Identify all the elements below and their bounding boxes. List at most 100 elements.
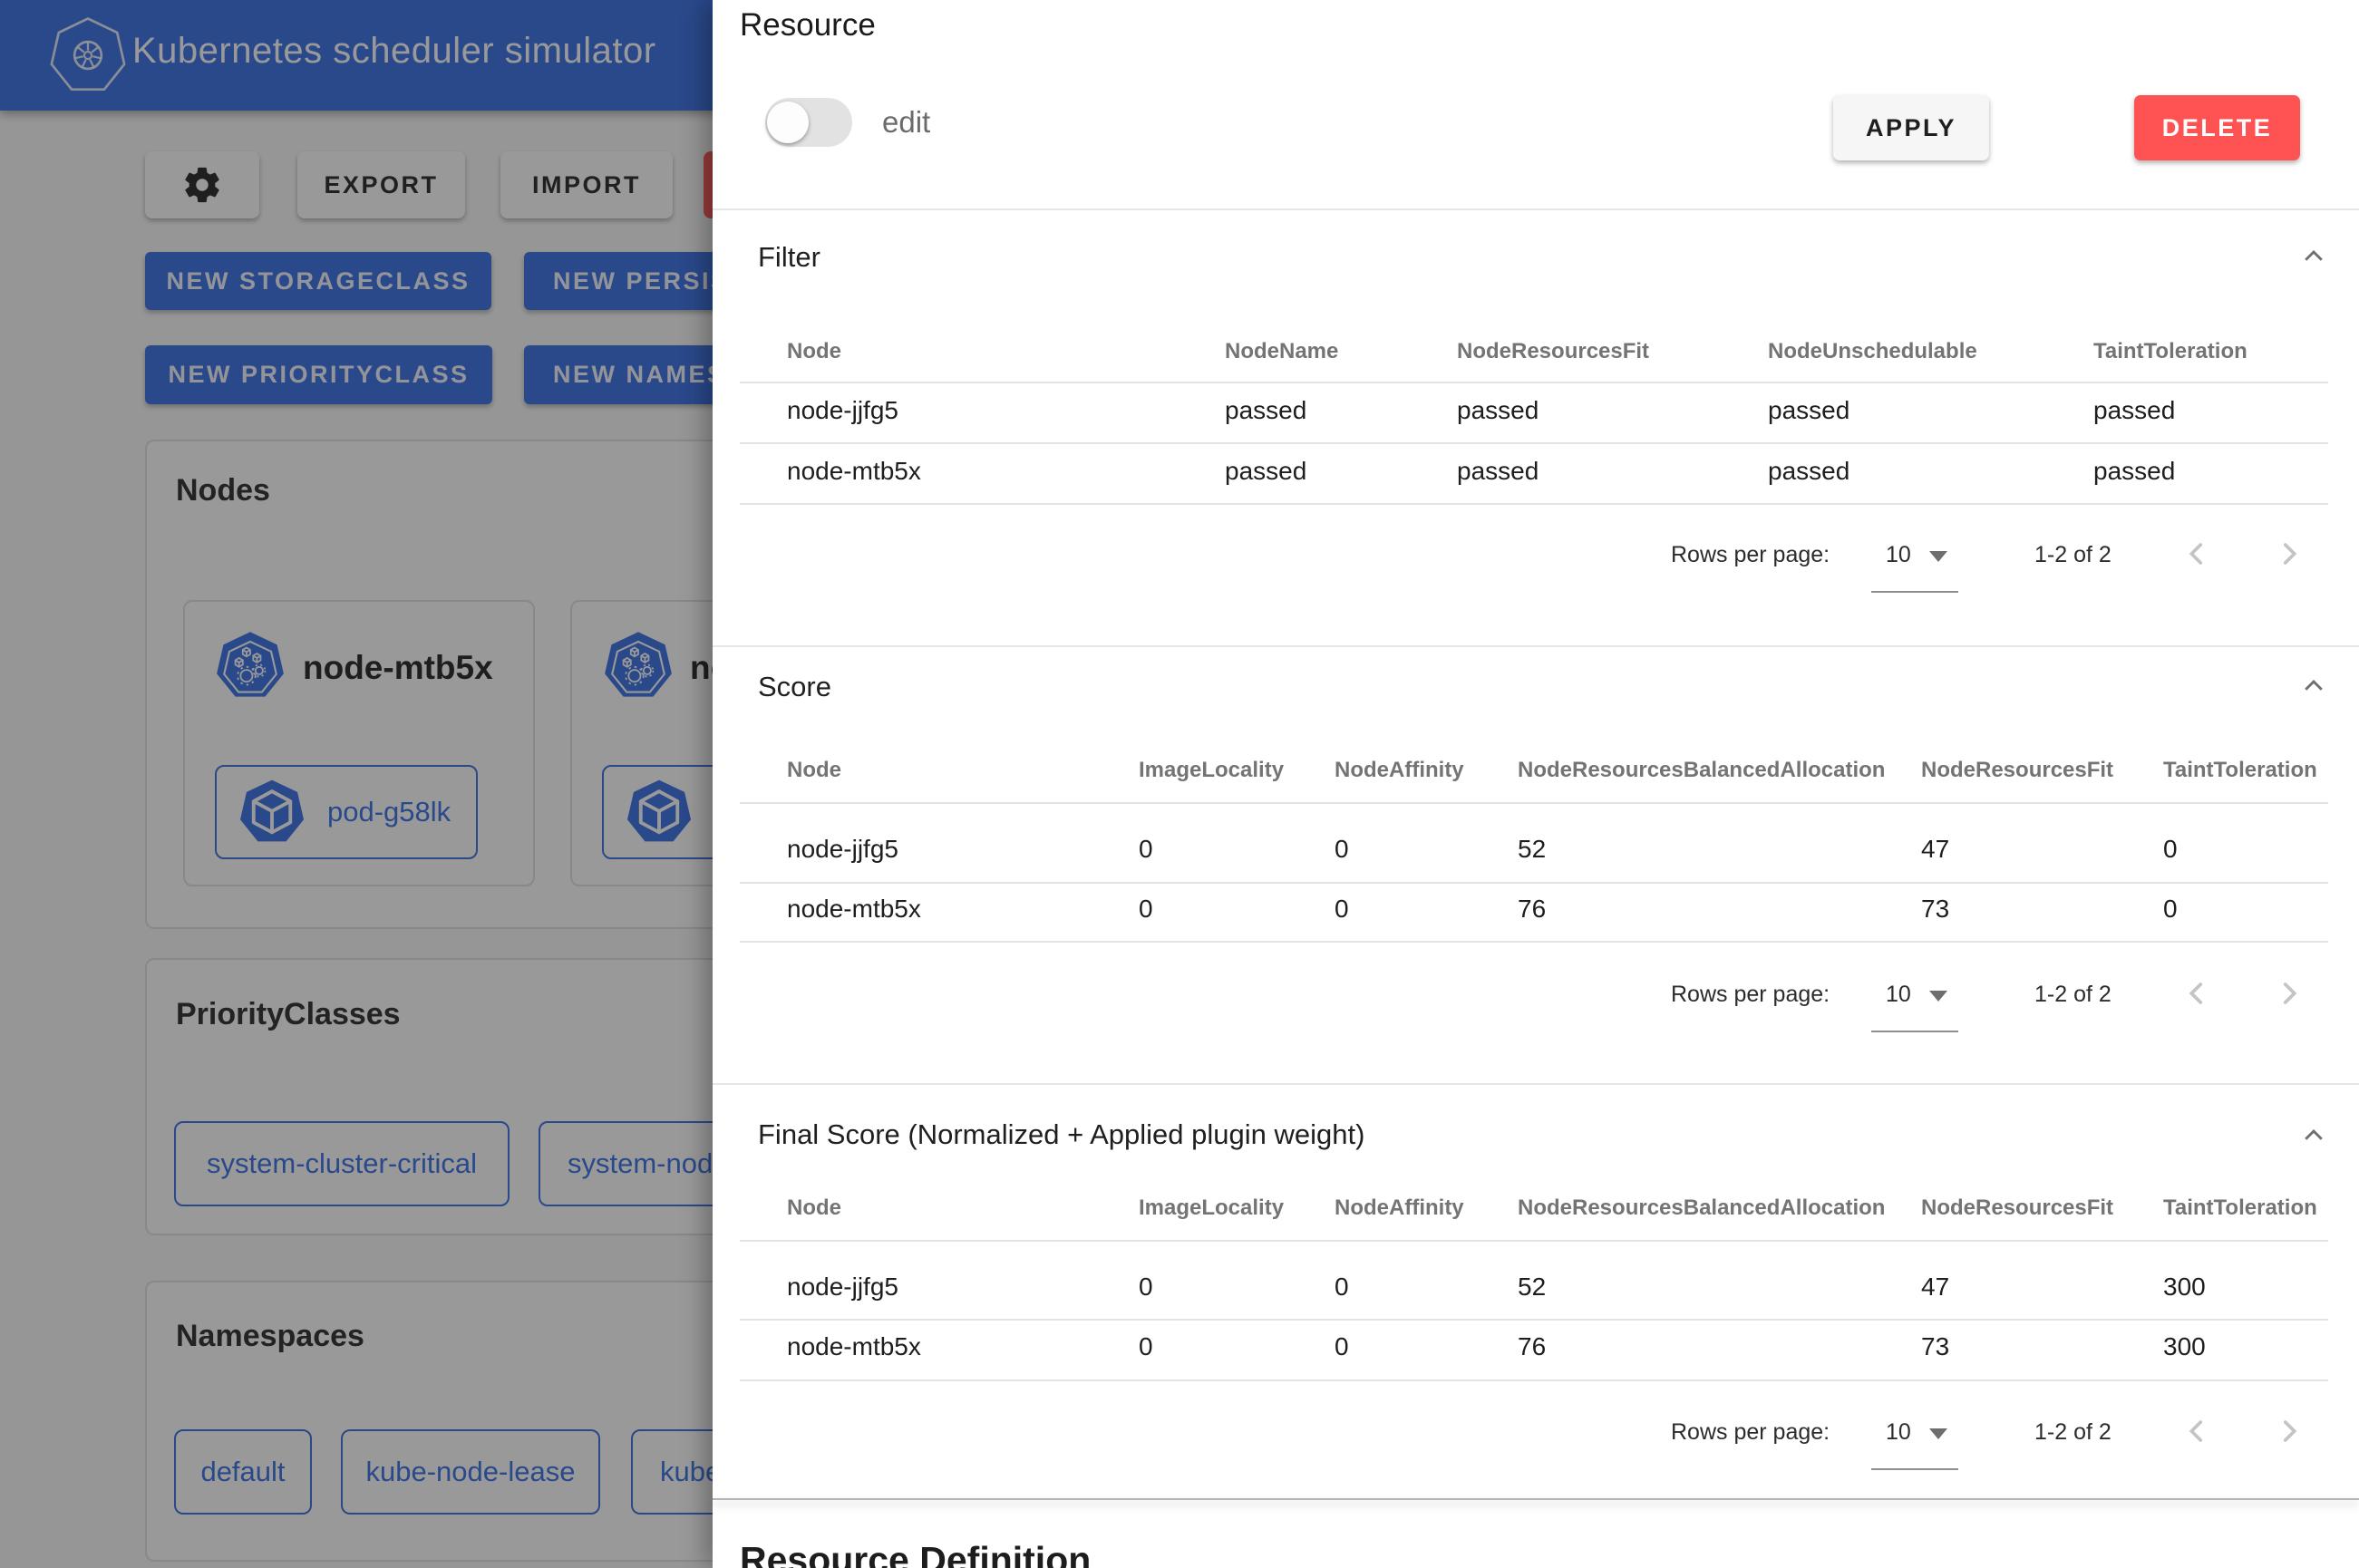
pagination-range: 1-2 of 2: [2034, 1419, 2111, 1446]
divider: [740, 442, 2328, 444]
rows-per-page-label: Rows per page:: [1671, 982, 1830, 1008]
column-header: NodeAffinity: [1335, 758, 1464, 783]
table-cell: 0: [1139, 835, 1153, 864]
table-cell: 47: [1921, 835, 1949, 864]
column-header: ImageLocality: [1139, 758, 1284, 783]
table-cell: 52: [1518, 835, 1546, 864]
table-cell: 0: [1335, 1273, 1349, 1302]
edit-toggle-label: edit: [882, 105, 930, 140]
rows-per-page-label: Rows per page:: [1671, 1419, 1830, 1446]
chevron-up-icon[interactable]: [2299, 1122, 2328, 1149]
column-header: NodeUnschedulable: [1768, 339, 1977, 364]
table-cell: passed: [2093, 457, 2175, 486]
table-cell: node-jjfg5: [787, 1273, 898, 1302]
table-cell: 0: [1139, 895, 1153, 924]
rows-per-page-label: Rows per page:: [1671, 542, 1830, 568]
divider: [740, 382, 2328, 383]
column-header: TaintToleration: [2163, 758, 2317, 783]
column-header: ImageLocality: [1139, 1195, 1284, 1221]
column-header: TaintToleration: [2163, 1195, 2317, 1221]
chevron-up-icon[interactable]: [2299, 673, 2328, 700]
score-section-title: Score: [758, 671, 831, 703]
edit-toggle-knob: [767, 102, 809, 143]
divider: [713, 1498, 2359, 1500]
table-cell: 0: [1139, 1332, 1153, 1361]
table-cell: 300: [2163, 1332, 2206, 1361]
column-header: NodeResourcesFit: [1921, 758, 2113, 783]
divider: [713, 208, 2359, 210]
previous-page-icon[interactable]: [2181, 1416, 2212, 1447]
table-cell: 0: [1335, 1332, 1349, 1361]
column-header: Node: [787, 758, 841, 783]
column-header: NodeResourcesBalancedAllocation: [1518, 1195, 1885, 1221]
divider: [740, 1379, 2328, 1381]
table-cell: passed: [1225, 396, 1306, 425]
select-underline: [1871, 1031, 1958, 1032]
divider: [740, 1240, 2328, 1242]
final-score-section-title: Final Score (Normalized + Applied plugin…: [758, 1118, 1364, 1151]
column-header: Node: [787, 1195, 841, 1221]
divider: [740, 503, 2328, 505]
chevron-up-icon[interactable]: [2299, 243, 2328, 270]
column-header: NodeAffinity: [1335, 1195, 1464, 1221]
table-cell: 0: [2163, 895, 2178, 924]
rows-per-page-select[interactable]: 10: [1886, 982, 1911, 1008]
pagination-range: 1-2 of 2: [2034, 542, 2111, 568]
table-cell: 0: [2163, 835, 2178, 864]
table-cell: 73: [1921, 1332, 1949, 1361]
previous-page-icon[interactable]: [2181, 538, 2212, 569]
divider: [740, 1319, 2328, 1321]
resource-drawer: Resource edit APPLY DELETE Filter Node N…: [713, 0, 2359, 1568]
table-cell: 73: [1921, 895, 1949, 924]
next-page-icon[interactable]: [2274, 1416, 2305, 1447]
edit-toggle[interactable]: [765, 98, 852, 147]
next-page-icon[interactable]: [2274, 538, 2305, 569]
pagination-range: 1-2 of 2: [2034, 982, 2111, 1008]
table-cell: passed: [1457, 396, 1539, 425]
previous-page-icon[interactable]: [2181, 978, 2212, 1009]
delete-button[interactable]: DELETE: [2134, 95, 2300, 160]
divider: [713, 645, 2359, 647]
table-cell: 52: [1518, 1273, 1546, 1302]
next-page-icon[interactable]: [2274, 978, 2305, 1009]
column-header: NodeResourcesFit: [1921, 1195, 2113, 1221]
divider: [713, 1083, 2359, 1085]
table-cell: passed: [1768, 457, 1849, 486]
table-cell: node-mtb5x: [787, 1332, 921, 1361]
table-cell: passed: [1768, 396, 1849, 425]
resource-definition-title: Resource Definition: [740, 1539, 1091, 1568]
table-cell: 0: [1335, 835, 1349, 864]
divider: [740, 802, 2328, 804]
panel-title: Resource: [740, 7, 876, 44]
table-cell: node-mtb5x: [787, 457, 921, 486]
divider: [740, 941, 2328, 943]
table-cell: 47: [1921, 1273, 1949, 1302]
filter-section-title: Filter: [758, 241, 820, 274]
column-header: NodeName: [1225, 339, 1338, 364]
divider: [740, 882, 2328, 884]
rows-per-page-select[interactable]: 10: [1886, 542, 1911, 568]
select-underline: [1871, 591, 1958, 593]
table-cell: node-mtb5x: [787, 895, 921, 924]
caret-down-icon[interactable]: [1929, 551, 1947, 562]
caret-down-icon[interactable]: [1929, 991, 1947, 1002]
column-header: NodeResourcesBalancedAllocation: [1518, 758, 1885, 783]
apply-button[interactable]: APPLY: [1833, 95, 1989, 160]
column-header: TaintToleration: [2093, 339, 2247, 364]
table-cell: passed: [1457, 457, 1539, 486]
table-cell: passed: [2093, 396, 2175, 425]
column-header: NodeResourcesFit: [1457, 339, 1649, 364]
table-cell: passed: [1225, 457, 1306, 486]
rows-per-page-select[interactable]: 10: [1886, 1419, 1911, 1446]
table-cell: 0: [1139, 1273, 1153, 1302]
select-underline: [1871, 1468, 1958, 1470]
table-cell: node-jjfg5: [787, 396, 898, 425]
screen: Kubernetes scheduler simulator EXPORT IM…: [0, 0, 2359, 1568]
caret-down-icon[interactable]: [1929, 1428, 1947, 1439]
table-cell: node-jjfg5: [787, 835, 898, 864]
table-cell: 300: [2163, 1273, 2206, 1302]
table-cell: 76: [1518, 1332, 1546, 1361]
column-header: Node: [787, 339, 841, 364]
table-cell: 0: [1335, 895, 1349, 924]
table-cell: 76: [1518, 895, 1546, 924]
